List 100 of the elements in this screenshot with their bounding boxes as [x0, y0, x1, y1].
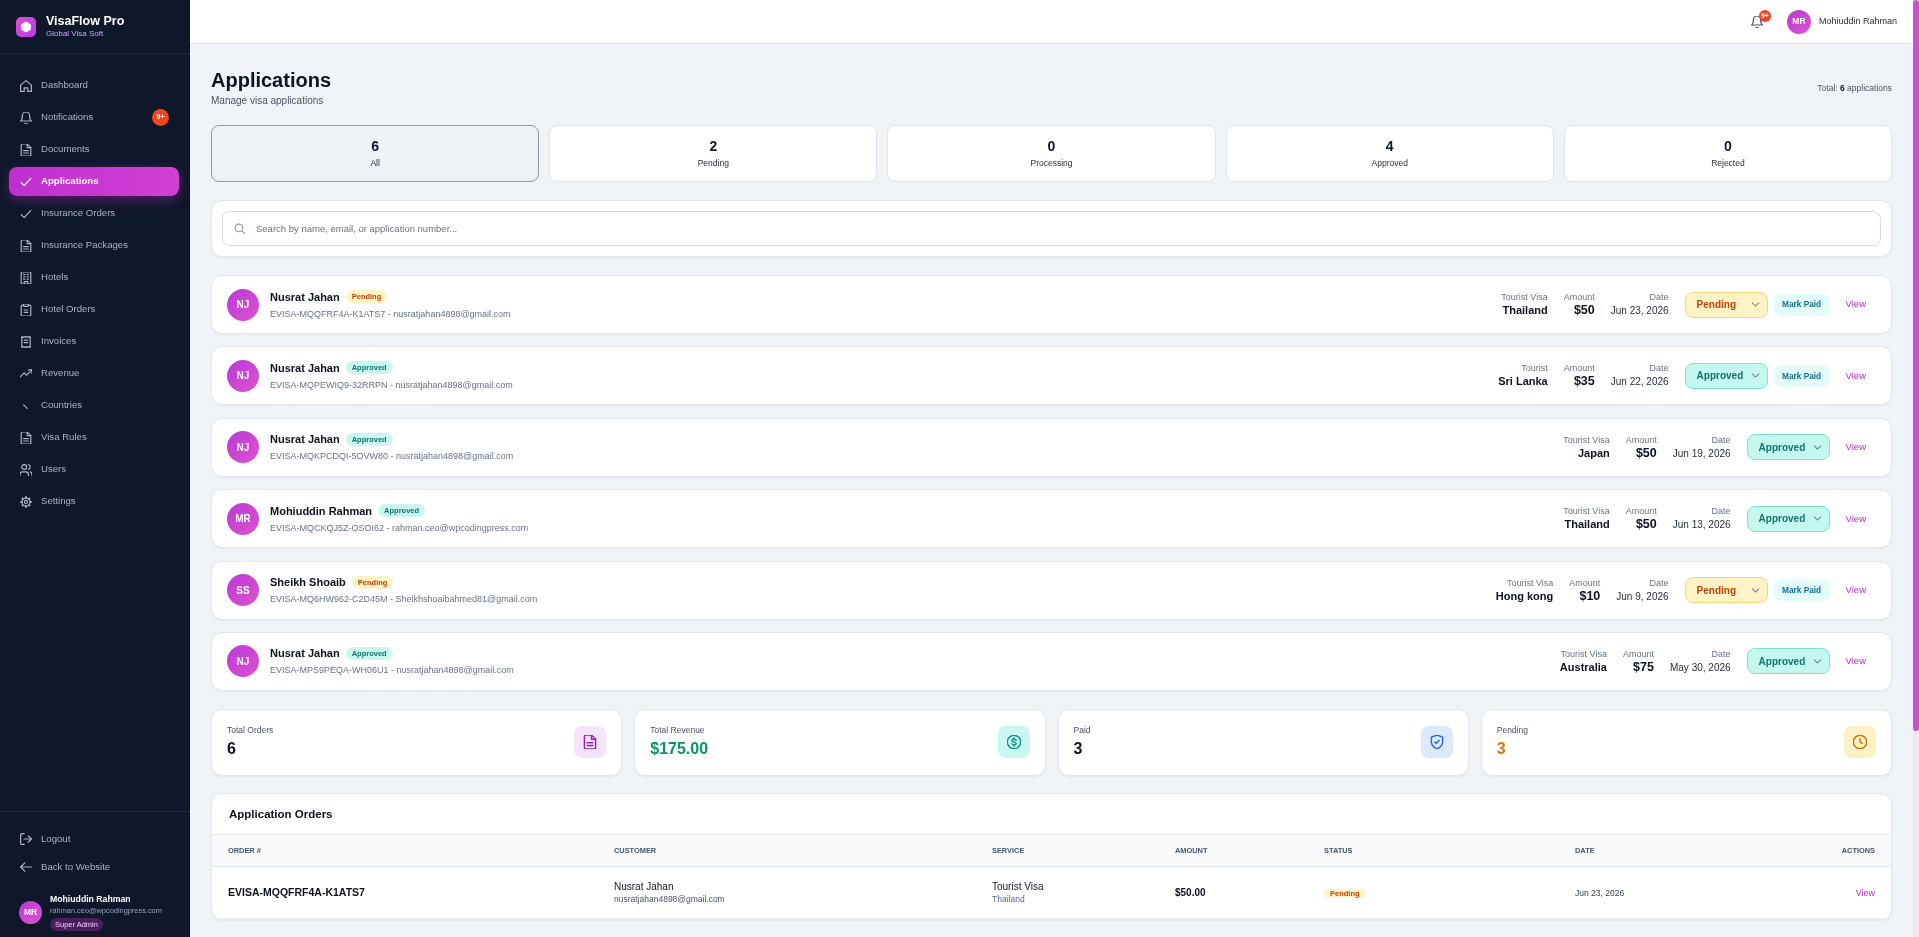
date-label: Date: [1648, 362, 1669, 375]
order-date: Jun 23, 2026: [1575, 887, 1625, 898]
amount-label: Amount: [1563, 291, 1595, 303]
nav-item[interactable]: Dashboard: [9, 71, 179, 100]
nav-item[interactable]: Settings: [9, 487, 179, 516]
amount-value: $10: [1578, 588, 1601, 604]
country-name: Hong kong: [1495, 588, 1554, 604]
avatar: NJ: [227, 288, 259, 321]
nav-item[interactable]: Invoices: [9, 327, 179, 356]
nav-item[interactable]: Back to Website: [9, 853, 179, 881]
mark-paid-button[interactable]: Mark Paid: [1773, 364, 1830, 387]
date-value: Jun 13, 2026: [1672, 518, 1731, 533]
filter-tab[interactable]: 6 All: [211, 125, 540, 182]
trend-up-icon: [20, 367, 32, 380]
avatar: NJ: [227, 431, 259, 464]
status-dropdown[interactable]: Pending: [1684, 577, 1768, 604]
avatar: MR: [19, 900, 42, 924]
amount-label: Amount: [1625, 433, 1657, 446]
view-link[interactable]: View: [1845, 582, 1866, 598]
nav-item[interactable]: Applications: [9, 167, 179, 196]
applicant-name: Mohiuddin Rahman: [270, 503, 373, 518]
clipboard-icon: [20, 303, 32, 316]
avatar: NJ: [227, 645, 259, 678]
logout-icon: [20, 833, 32, 845]
country-name: Thailand: [992, 892, 1026, 905]
amount-value: $50: [1634, 445, 1657, 461]
section-title: Application Orders: [228, 806, 334, 822]
dollar-icon: [997, 726, 1030, 759]
view-link[interactable]: View: [1845, 654, 1866, 669]
service-label: Tourist Visa: [1559, 647, 1607, 660]
home-icon: [20, 79, 32, 92]
view-link[interactable]: View: [1845, 440, 1866, 455]
page-subtitle: Manage visa applications: [211, 94, 325, 108]
nav-item[interactable]: Documents: [9, 135, 179, 164]
status-dropdown[interactable]: Approved: [1746, 648, 1830, 675]
stat-value: $175.00: [650, 739, 709, 760]
date-value: Jun 19, 2026: [1672, 446, 1731, 461]
status-dropdown[interactable]: Pending: [1684, 291, 1768, 318]
service-label: Tourist Visa: [1501, 291, 1548, 303]
application-details: EVISA-MQKPCDQI-5OVW80 - nusratjahan4898@gmail.com: [270, 450, 514, 463]
status-dropdown[interactable]: Approved: [1746, 434, 1830, 461]
date-value: Jun 9, 2026: [1616, 589, 1669, 604]
country-name: Sri Lanka: [1498, 374, 1548, 390]
nav-item[interactable]: Visa Rules: [9, 423, 179, 452]
scrollbar[interactable]: [1913, 0, 1919, 937]
view-link[interactable]: View: [1855, 887, 1875, 898]
chevron-down-icon: [1750, 371, 1760, 381]
status-dropdown[interactable]: Approved: [1684, 362, 1768, 389]
nav-item[interactable]: Insurance Orders: [9, 199, 179, 228]
nav-item[interactable]: Users: [9, 455, 179, 484]
application-details: EVISA-MQCKQJ5Z-OSOI62 - rahman.ceo@wpcodingpress.com: [270, 521, 529, 534]
status-dropdown[interactable]: Approved: [1746, 505, 1830, 532]
view-link[interactable]: View: [1845, 511, 1866, 526]
building-icon: [20, 271, 32, 284]
check-icon: [20, 175, 32, 188]
nav-item[interactable]: Logout: [9, 825, 179, 853]
view-link[interactable]: View: [1845, 368, 1866, 383]
service-label: Tourist Visa: [1505, 576, 1554, 589]
document-icon: [20, 431, 32, 444]
customer-email: nusratjahan4898@gmail.com: [614, 892, 726, 905]
country-name: Australia: [1559, 659, 1607, 675]
search-field[interactable]: Search by name, email, or application number...: [222, 211, 1881, 246]
avatar: NJ: [227, 359, 259, 392]
nav-item[interactable]: Hotel Orders: [9, 295, 179, 324]
users-icon: [20, 463, 32, 476]
applicant-name: Sheikh Shoaib: [270, 575, 346, 590]
nav-item[interactable]: Insurance Packages: [9, 231, 179, 260]
filter-tab[interactable]: 2 Pending: [549, 125, 878, 182]
nav-item[interactable]: Hotels: [9, 263, 179, 292]
nav-item[interactable]: Countries: [9, 391, 179, 420]
user-name: Mohiuddin Rahman: [1818, 14, 1897, 28]
brand-name: VisaFlow Pro: [46, 14, 125, 29]
logo-icon: [16, 16, 36, 37]
stat-value: 3: [1073, 739, 1084, 760]
date-label: Date: [1648, 291, 1669, 303]
document-icon: [574, 726, 607, 759]
mark-paid-button[interactable]: Mark Paid: [1773, 293, 1830, 316]
page-title: Applications: [211, 68, 331, 92]
avatar: MR: [227, 502, 259, 535]
order-number: EVISA-MQQFRF4A-K1ATS7: [228, 885, 365, 898]
amount-value: $50: [1634, 517, 1657, 533]
service-label: Tourist Visa: [1563, 505, 1610, 518]
filter-tab[interactable]: 4 Approved: [1225, 125, 1554, 182]
view-link[interactable]: View: [1845, 297, 1866, 312]
search-icon: [234, 223, 245, 234]
customer-name: Nusrat Jahan: [614, 879, 675, 893]
filter-tab[interactable]: 0 Processing: [887, 125, 1216, 182]
settings-icon: [20, 495, 32, 508]
applicant-name: Nusrat Jahan: [270, 360, 340, 375]
application-details: EVISA-MQ6HW962-C2D45M - Sheikhshoaibahmed81@gmail.com: [270, 593, 538, 606]
service-name: Tourist Visa: [992, 879, 1045, 893]
nav-item[interactable]: Revenue: [9, 359, 179, 388]
brand-tagline: Global Visa Soft: [46, 29, 105, 39]
chevron-down-icon: [1812, 442, 1822, 452]
filter-tab[interactable]: 0 Rejected: [1563, 125, 1892, 182]
mark-paid-button[interactable]: Mark Paid: [1773, 579, 1830, 602]
scrollbar-thumb[interactable]: [1913, 0, 1919, 731]
bell-icon[interactable]: [1750, 15, 1763, 28]
country-name: Japan: [1576, 445, 1610, 461]
amount-value: $75: [1632, 659, 1654, 675]
